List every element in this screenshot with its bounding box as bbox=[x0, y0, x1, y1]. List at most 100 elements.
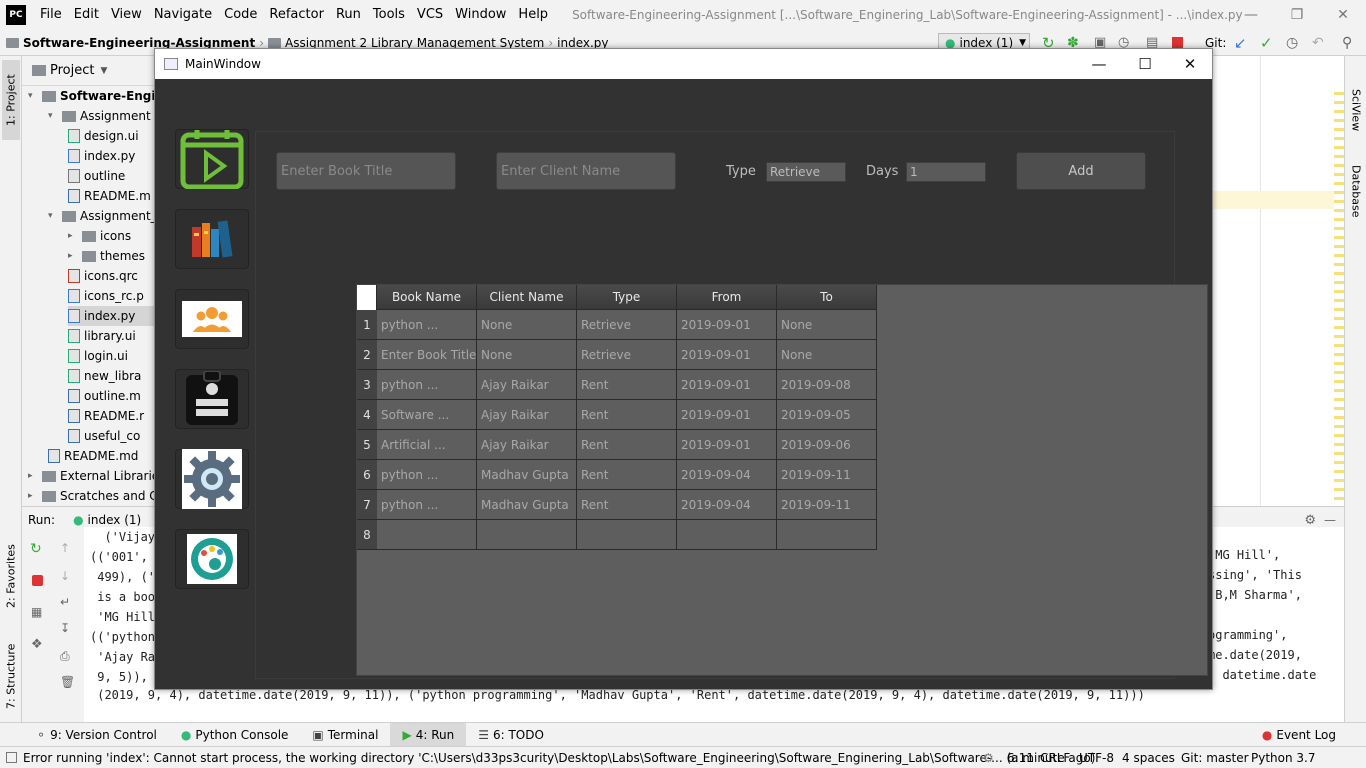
sciview-tool-tab[interactable]: SciView bbox=[1347, 80, 1365, 140]
table-cell[interactable]: Madhav Gupta bbox=[477, 460, 577, 490]
status-message[interactable]: Error running 'index': Cannot start proc… bbox=[23, 751, 1095, 765]
project-tree-item[interactable]: new_libra bbox=[68, 366, 141, 386]
table-cell[interactable] bbox=[477, 520, 577, 550]
favorites-tool-tab[interactable]: 2: Favorites bbox=[2, 536, 20, 616]
table-cell[interactable] bbox=[577, 520, 677, 550]
table-header[interactable]: Type bbox=[577, 285, 677, 310]
soft-wrap-icon[interactable]: ↵ bbox=[60, 595, 74, 609]
project-tree-item[interactable]: index.py bbox=[68, 306, 154, 326]
menu-window[interactable]: Window bbox=[449, 0, 512, 30]
project-tree-item[interactable]: ▸ Scratches and Co bbox=[28, 486, 165, 506]
project-tree-item[interactable]: ▾ Software-Engine bbox=[28, 86, 172, 106]
table-cell[interactable]: Retrieve bbox=[577, 340, 677, 370]
sidebar-button-themes[interactable] bbox=[175, 529, 249, 589]
menu-refactor[interactable]: Refactor bbox=[263, 0, 330, 30]
ide-minimize-icon[interactable]: — bbox=[1228, 0, 1274, 30]
tree-expand-icon[interactable]: ▸ bbox=[28, 466, 38, 486]
add-button[interactable]: Add bbox=[1016, 152, 1146, 190]
project-tree-item[interactable]: README.r bbox=[68, 406, 144, 426]
table-cell[interactable]: Rent bbox=[577, 370, 677, 400]
menu-edit[interactable]: Edit bbox=[68, 0, 105, 30]
table-corner[interactable] bbox=[357, 285, 377, 310]
ide-restore-icon[interactable]: ❐ bbox=[1274, 0, 1320, 30]
ide-close-icon[interactable]: ✕ bbox=[1320, 0, 1366, 30]
table-cell[interactable]: Madhav Gupta bbox=[477, 490, 577, 520]
trash-icon[interactable]: 🗑 bbox=[60, 675, 75, 689]
run-tab[interactable]: index (1) bbox=[88, 513, 142, 527]
table-cell[interactable] bbox=[777, 520, 877, 550]
project-tool-tab[interactable]: 1: Project bbox=[2, 60, 20, 140]
table-row-header[interactable]: 7 bbox=[357, 490, 377, 520]
menu-tools[interactable]: Tools bbox=[367, 0, 411, 30]
project-tree-item[interactable]: library.ui bbox=[68, 326, 136, 346]
table-cell[interactable] bbox=[677, 520, 777, 550]
minimize-icon[interactable]: — bbox=[1076, 49, 1122, 79]
table-cell[interactable]: 2019-09-08 bbox=[777, 370, 877, 400]
table-cell[interactable] bbox=[377, 520, 477, 550]
hide-icon[interactable]: — bbox=[1324, 513, 1336, 527]
indent-setting[interactable]: 4 spaces bbox=[1122, 751, 1175, 765]
pin-icon[interactable]: ❖ bbox=[31, 637, 45, 652]
project-tree-item[interactable]: index.py bbox=[68, 146, 135, 166]
project-tree-item[interactable]: useful_co bbox=[68, 426, 140, 446]
scroll-end-icon[interactable]: ↧ bbox=[60, 621, 74, 635]
rerun-icon[interactable]: ↻ bbox=[30, 541, 44, 557]
days-spinbox[interactable]: 1 bbox=[906, 162, 986, 182]
tree-expand-icon[interactable]: ▸ bbox=[68, 246, 78, 266]
menu-file[interactable]: File bbox=[34, 0, 68, 30]
book-title-input[interactable]: Eneter Book Title bbox=[276, 152, 456, 190]
table-cell[interactable]: 2019-09-05 bbox=[777, 400, 877, 430]
client-name-input[interactable]: Enter Client Name bbox=[496, 152, 676, 190]
table-cell[interactable]: 2019-09-01 bbox=[677, 340, 777, 370]
table-row-header[interactable]: 6 bbox=[357, 460, 377, 490]
project-tree-item[interactable]: ▸ themes bbox=[68, 246, 145, 266]
editor-area[interactable] bbox=[1212, 56, 1344, 506]
version-control-tab[interactable]: ⚬ 9: Version Control bbox=[24, 723, 169, 747]
table-header[interactable]: Book Name bbox=[377, 285, 477, 310]
database-tool-tab[interactable]: Database bbox=[1347, 156, 1365, 226]
table-cell[interactable]: Ajay Raikar bbox=[477, 430, 577, 460]
project-tree-item[interactable]: design.ui bbox=[68, 126, 139, 146]
event-log-tab[interactable]: ● Event Log bbox=[1250, 723, 1348, 747]
sidebar-button-operations[interactable] bbox=[175, 129, 249, 189]
tree-expand-icon[interactable]: ▾ bbox=[28, 86, 38, 106]
table-cell[interactable]: python ... bbox=[377, 460, 477, 490]
project-tree-item[interactable]: ▸ icons bbox=[68, 226, 131, 246]
table-cell[interactable]: 2019-09-01 bbox=[677, 430, 777, 460]
table-cell[interactable]: Enter Book Title bbox=[377, 340, 477, 370]
structure-tool-tab[interactable]: 7: Structure bbox=[2, 636, 20, 716]
stop-icon[interactable] bbox=[1172, 37, 1183, 48]
table-cell[interactable]: Ajay Raikar bbox=[477, 370, 577, 400]
project-tree-item[interactable]: README.md bbox=[48, 446, 138, 466]
table-cell[interactable]: 2019-09-11 bbox=[777, 460, 877, 490]
table-cell[interactable]: Ajay Raikar bbox=[477, 400, 577, 430]
sidebar-button-settings[interactable] bbox=[175, 449, 249, 509]
sidebar-button-clients[interactable] bbox=[175, 289, 249, 349]
file-encoding[interactable]: UTF-8 bbox=[1079, 751, 1114, 765]
status-toggle-icon[interactable] bbox=[6, 752, 17, 763]
close-icon[interactable]: ✕ bbox=[1167, 49, 1213, 79]
table-cell[interactable]: 2019-09-04 bbox=[677, 490, 777, 520]
project-tree-item[interactable]: README.m bbox=[68, 186, 151, 206]
python-console-tab[interactable]: ● Python Console bbox=[169, 723, 301, 747]
git-branch[interactable]: Git: master bbox=[1181, 751, 1249, 765]
run-tool-tab[interactable]: ▶ 4: Run bbox=[390, 722, 467, 747]
table-cell[interactable]: 2019-09-01 bbox=[677, 310, 777, 340]
maximize-icon[interactable]: ☐ bbox=[1122, 49, 1168, 79]
git-commit-icon[interactable]: ✓ bbox=[1260, 34, 1273, 52]
table-cell[interactable]: Retrieve bbox=[577, 310, 677, 340]
project-tree-item[interactable]: icons.qrc bbox=[68, 266, 138, 286]
table-row-header[interactable]: 8 bbox=[357, 520, 377, 550]
tree-expand-icon[interactable]: ▸ bbox=[68, 226, 78, 246]
project-tree-item[interactable]: outline bbox=[68, 166, 125, 186]
tree-expand-icon[interactable]: ▾ bbox=[48, 106, 58, 126]
stop-icon[interactable] bbox=[32, 575, 43, 586]
line-separator[interactable]: CRLF bbox=[1040, 751, 1070, 765]
table-row-header[interactable]: 3 bbox=[357, 370, 377, 400]
git-rollback-icon[interactable]: ↶ bbox=[1312, 35, 1324, 51]
table-cell[interactable]: python ... bbox=[377, 490, 477, 520]
search-icon[interactable]: ⚲ bbox=[1342, 35, 1352, 51]
git-update-icon[interactable]: ↙ bbox=[1234, 34, 1247, 52]
menu-run[interactable]: Run bbox=[330, 0, 367, 30]
operations-table[interactable]: Book Name Client Name Type From To 1 python .… bbox=[356, 284, 1208, 676]
